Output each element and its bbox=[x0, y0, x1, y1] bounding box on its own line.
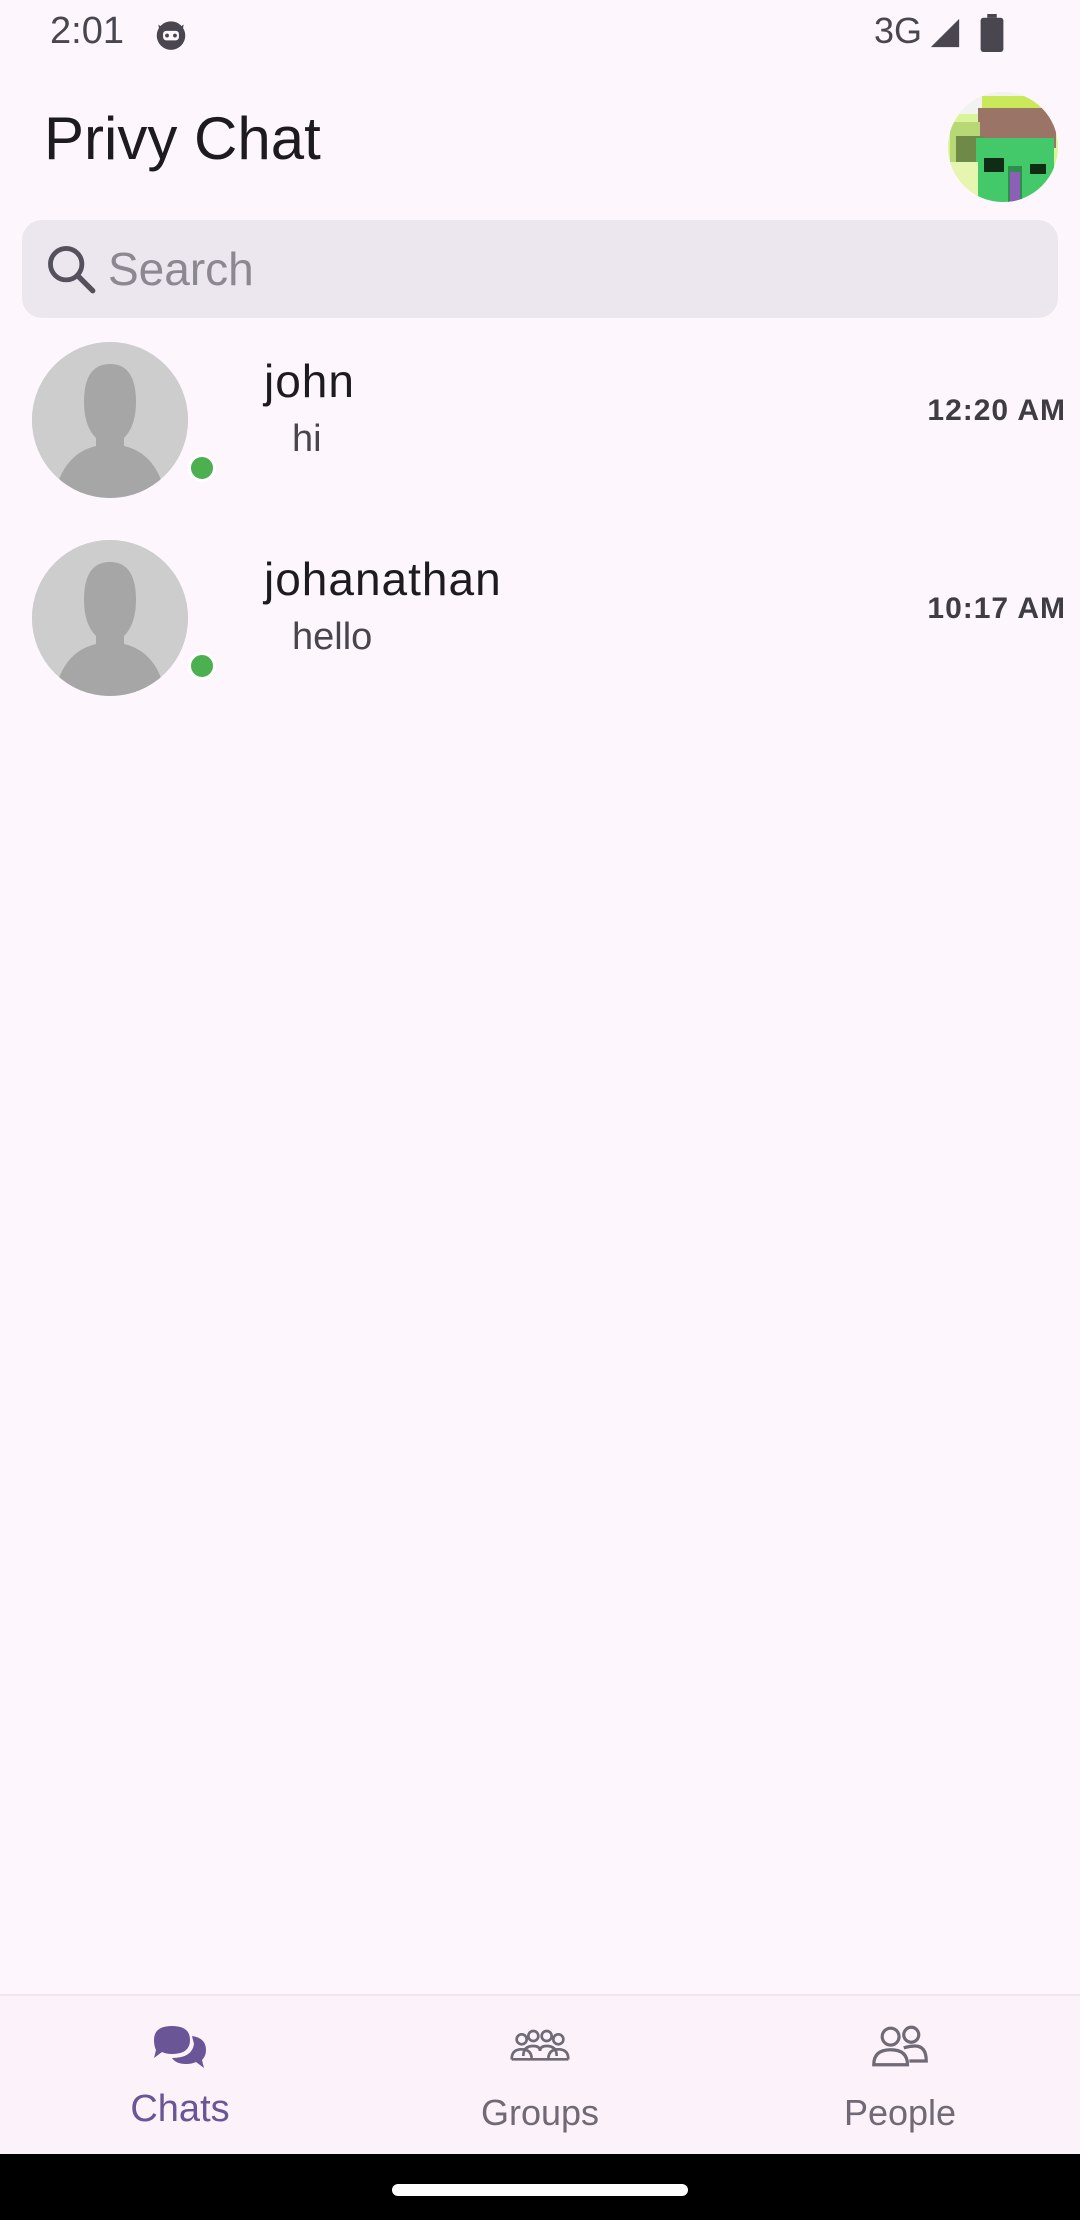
app-title: Privy Chat bbox=[44, 105, 321, 172]
online-status-indicator bbox=[188, 652, 216, 680]
nav-tab-chats[interactable]: Chats bbox=[0, 1996, 360, 2156]
online-status-indicator bbox=[188, 454, 216, 482]
chat-last-message: hi bbox=[292, 418, 322, 460]
cellular-signal-icon bbox=[930, 18, 960, 48]
groups-icon bbox=[510, 2029, 570, 2061]
battery-icon bbox=[980, 14, 1004, 52]
nav-label-people: People bbox=[843, 2092, 957, 2133]
status-bar: 2:01 3G bbox=[0, 0, 1080, 66]
chat-last-message: hello bbox=[292, 616, 373, 658]
home-gesture-handle[interactable] bbox=[392, 2184, 688, 2196]
chat-contact-name: john bbox=[264, 355, 355, 407]
chat-list-item[interactable]: johanathan hello 10:17 AM bbox=[0, 528, 1080, 714]
nav-label-chats: Chats bbox=[130, 2088, 230, 2130]
chat-list-item[interactable]: john hi 12:20 AM bbox=[0, 330, 1080, 516]
network-type: 3G bbox=[873, 10, 922, 51]
chat-timestamp: 12:20 AM bbox=[927, 394, 1066, 427]
search-input[interactable] bbox=[108, 242, 1008, 296]
chat-contact-name: johanathan bbox=[264, 553, 502, 605]
status-time: 2:01 bbox=[50, 10, 124, 52]
people-icon bbox=[872, 2025, 928, 2067]
chat-bubbles-icon bbox=[154, 2026, 206, 2068]
bottom-navigation: Chats Groups People bbox=[0, 1994, 1080, 2156]
nav-tab-people[interactable]: People bbox=[720, 1996, 1080, 2156]
nav-label-groups: Groups bbox=[480, 2092, 600, 2133]
default-person-avatar-icon bbox=[32, 342, 188, 498]
chat-timestamp: 10:17 AM bbox=[927, 592, 1066, 625]
search-bar[interactable] bbox=[22, 220, 1058, 318]
profile-avatar[interactable] bbox=[948, 92, 1058, 202]
default-person-avatar-icon bbox=[32, 540, 188, 696]
system-navigation-bar bbox=[0, 2154, 1080, 2220]
pixel-art-avatar-icon bbox=[948, 92, 1058, 202]
cat-face-icon bbox=[156, 21, 186, 50]
nav-tab-groups[interactable]: Groups bbox=[360, 1996, 720, 2156]
search-icon bbox=[48, 246, 96, 294]
